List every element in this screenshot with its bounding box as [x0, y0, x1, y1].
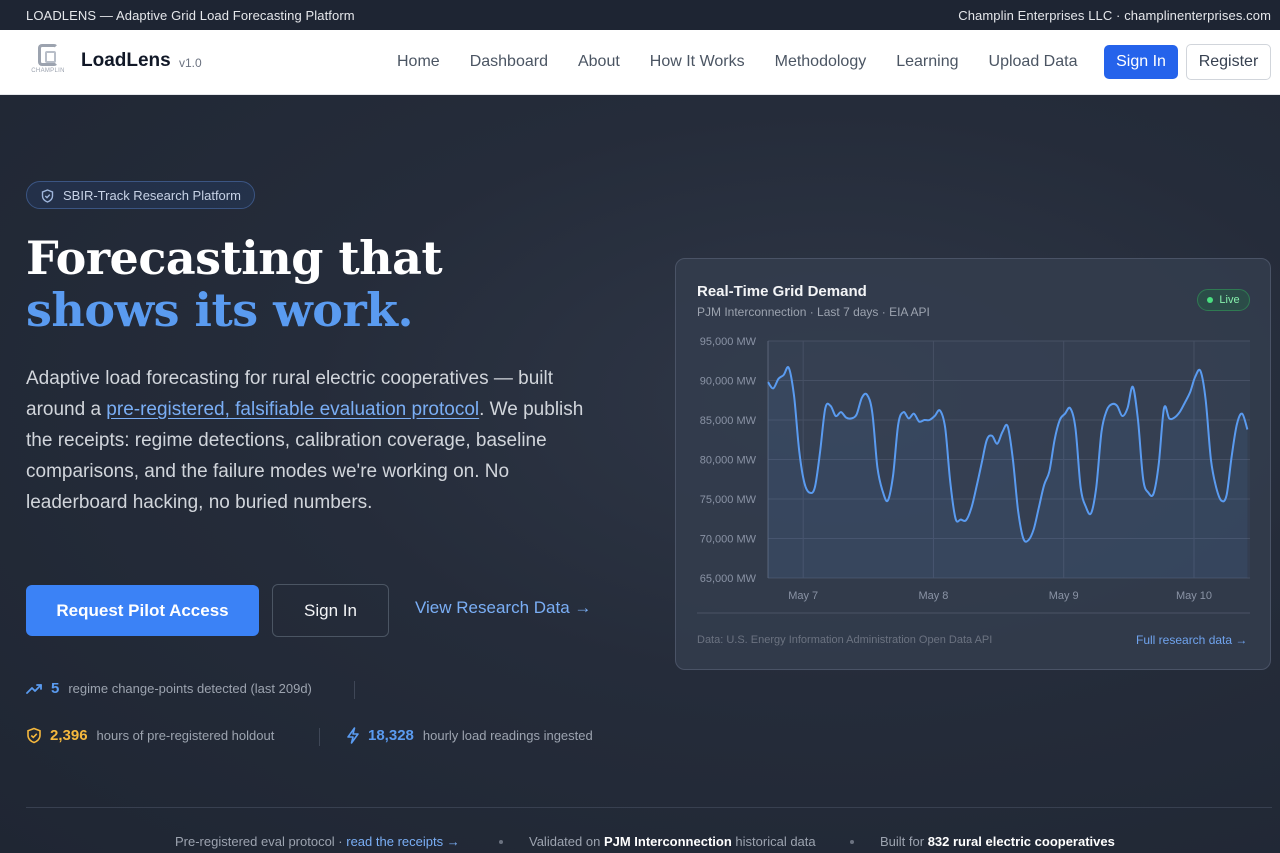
company-link[interactable]: Champlin Enterprises LLC · champlinenter…	[958, 8, 1271, 23]
stat-holdout-label: hours of pre-registered holdout	[96, 728, 275, 743]
stat-readings: 18,328 hourly load readings ingested	[346, 727, 593, 744]
footer-item-protocol: Pre-registered eval protocol · read the …	[175, 834, 460, 849]
footer-validated-pre: Validated on	[529, 834, 604, 849]
x-tick-label: May 8	[918, 590, 948, 602]
nav-link-upload-data[interactable]: Upload Data	[974, 53, 1093, 71]
hero-sign-in-button[interactable]: Sign In	[272, 584, 389, 637]
footer-item-validated: Validated on PJM Interconnection histori…	[529, 834, 816, 849]
lightning-icon	[347, 727, 359, 744]
nav-link-home[interactable]: Home	[382, 53, 455, 71]
nav-sign-in-button[interactable]: Sign In	[1104, 45, 1178, 79]
nav-link-methodology[interactable]: Methodology	[760, 53, 882, 71]
footer-validated-bold: PJM Interconnection	[603, 834, 732, 849]
stat-holdout-value: 2,396	[50, 727, 88, 744]
grid-demand-chart: 95,000 MW 90,000 MW 85,000 MW 80,000 MW 75,0…	[697, 336, 1250, 614]
section-divider	[26, 807, 1272, 808]
stat-readings-label: hourly load readings ingested	[422, 728, 593, 743]
y-tick-label: 65,000 MW	[700, 573, 757, 585]
nav-link-how-it-works[interactable]: How It Works	[635, 53, 760, 71]
footer-built-pre: Built for	[880, 834, 928, 849]
y-tick-label: 85,000 MW	[700, 415, 757, 427]
logo-mark-icon	[38, 44, 58, 66]
x-tick-label: May 9	[1049, 590, 1079, 602]
version-label: v1.0	[179, 56, 202, 70]
shield-check-icon	[27, 727, 41, 744]
sbir-badge: SBIR-Track Research Platform	[26, 181, 255, 209]
hero-section: SBIR-Track Research Platform Forecasting…	[0, 95, 1280, 853]
stat-change-points: 5 regime change-points detected (last 20…	[26, 680, 312, 697]
hero-lead: Adaptive load forecasting for rural elec…	[26, 363, 586, 518]
brand-name[interactable]: LoadLens	[81, 50, 171, 72]
main-navbar: CHAMPLIN LoadLens v1.0 Home Dashboard Ab…	[0, 30, 1280, 95]
logo-text: CHAMPLIN	[31, 68, 65, 74]
trend-up-icon	[26, 683, 42, 694]
footer-built-bold: 832 rural electric cooperatives	[927, 834, 1115, 849]
shield-icon	[41, 189, 54, 203]
view-research-data-link[interactable]: View Research Data →	[415, 598, 591, 618]
y-tick-label: 75,000 MW	[700, 494, 757, 506]
y-tick-label: 95,000 MW	[700, 336, 757, 348]
nav-link-about[interactable]: About	[563, 53, 635, 71]
nav-register-button[interactable]: Register	[1186, 44, 1271, 80]
y-tick-label: 90,000 MW	[700, 376, 757, 388]
evaluation-protocol-link[interactable]: pre-registered, falsifiable evaluation p…	[106, 399, 479, 420]
hero-title: Forecasting that shows its work.	[26, 231, 443, 337]
full-research-data-link[interactable]: Full research data →	[1136, 633, 1247, 647]
footer-separator-dot	[499, 840, 503, 844]
nav-link-dashboard[interactable]: Dashboard	[455, 53, 563, 71]
stat-readings-value: 18,328	[368, 727, 414, 744]
stat-divider	[319, 728, 320, 746]
footer-separator-dot	[850, 840, 854, 844]
nav-link-learning[interactable]: Learning	[881, 53, 973, 71]
request-pilot-access-button[interactable]: Request Pilot Access	[26, 585, 259, 636]
data-source-note: Data: U.S. Energy Information Administra…	[697, 634, 993, 646]
nav-links: Home Dashboard About How It Works Method…	[382, 30, 1092, 94]
stat-divider	[354, 681, 355, 699]
footer-protocol-text: Pre-registered eval protocol ·	[175, 834, 347, 849]
champlin-logo[interactable]: CHAMPLIN	[28, 43, 68, 83]
hero-title-line2: shows its work.	[26, 283, 414, 337]
stat-holdout-hours: 2,396 hours of pre-registered holdout	[26, 727, 274, 744]
grid-demand-card: Real-Time Grid Demand PJM Interconnectio…	[675, 258, 1271, 670]
read-receipts-link[interactable]: read the receipts →	[346, 834, 459, 849]
stat-change-points-label: regime change-points detected (last 209d…	[68, 681, 312, 696]
badge-label: SBIR-Track Research Platform	[63, 187, 241, 203]
footer-item-built-for: Built for 832 rural electric cooperative…	[880, 834, 1115, 849]
y-tick-label: 80,000 MW	[700, 455, 757, 467]
x-tick-label: May 10	[1176, 590, 1212, 602]
platform-tagline: LOADLENS — Adaptive Grid Load Forecastin…	[26, 7, 355, 23]
x-tick-label: May 7	[788, 590, 818, 602]
footer-validated-post: historical data	[731, 834, 816, 849]
y-tick-label: 70,000 MW	[700, 534, 757, 546]
hero-title-line1: Forecasting that	[26, 231, 443, 285]
top-announcement-bar: LOADLENS — Adaptive Grid Load Forecastin…	[0, 0, 1280, 30]
stat-change-points-value: 5	[51, 680, 60, 697]
